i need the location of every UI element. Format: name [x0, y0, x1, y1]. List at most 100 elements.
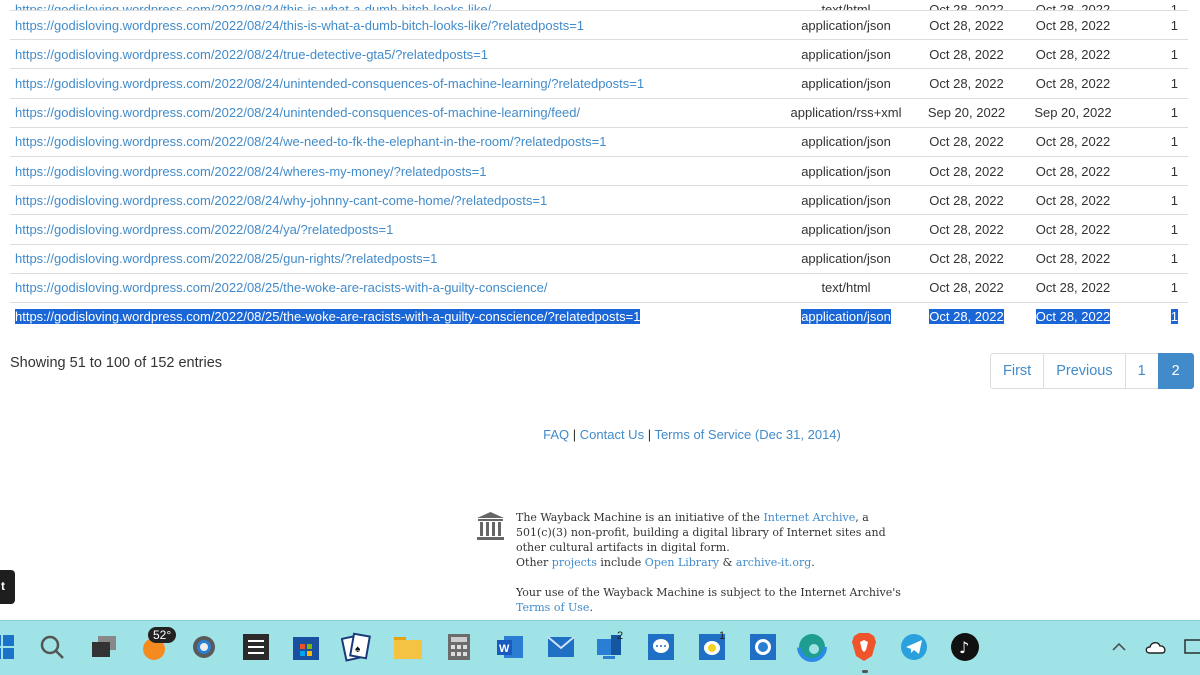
brave-icon[interactable]	[848, 631, 880, 663]
previous-page-button[interactable]: Previous	[1043, 353, 1126, 389]
count-cell: 1	[1170, 280, 1178, 296]
task-view-icon[interactable]	[88, 631, 120, 663]
mime-cell: text/html	[821, 280, 871, 296]
search-icon[interactable]	[36, 631, 68, 663]
table-row: https://godisloving.wordpress.com/2022/0…	[10, 0, 1188, 10]
onedrive-icon[interactable]	[1140, 631, 1172, 663]
results-table: https://godisloving.wordpress.com/2022/0…	[10, 0, 1188, 331]
from-cell: Oct 28, 2022	[929, 17, 1004, 33]
page-2-button[interactable]: 2	[1157, 353, 1194, 389]
internet-archive-link[interactable]: Internet Archive	[763, 511, 855, 524]
count-cell: 1	[1170, 75, 1178, 91]
terms-of-use-link[interactable]: Terms of Use	[516, 601, 589, 614]
url-link[interactable]: https://godisloving.wordpress.com/2022/0…	[10, 222, 776, 237]
url-link[interactable]: https://godisloving.wordpress.com/2022/0…	[10, 76, 776, 91]
url-link[interactable]: https://godisloving.wordpress.com/2022/0…	[10, 0, 776, 10]
from-cell: Sep 20, 2022	[927, 105, 1006, 121]
settings-icon[interactable]	[188, 631, 220, 663]
entries-info: Showing 51 to 100 of 152 entries	[10, 355, 223, 371]
telegram-icon[interactable]	[898, 631, 930, 663]
table-row: https://godisloving.wordpress.com/2022/0…	[10, 214, 1188, 243]
svg-text:♪: ♪	[959, 638, 969, 657]
count-cell: 1	[1170, 251, 1178, 267]
table-row: https://godisloving.wordpress.com/2022/0…	[10, 97, 1188, 127]
separator: |	[644, 427, 655, 442]
to-cell: Oct 28, 2022	[1035, 134, 1111, 150]
url-link[interactable]: https://godisloving.wordpress.com/2022/0…	[10, 134, 776, 149]
count-cell: 1	[1170, 134, 1178, 150]
terms-link[interactable]: Terms of Service (Dec 31, 2014)	[654, 427, 840, 442]
from-cell: Oct 28, 2022	[929, 163, 1004, 179]
url-link[interactable]: https://godisloving.wordpress.com/2022/0…	[10, 280, 776, 295]
table-row: https://godisloving.wordpress.com/2022/0…	[10, 301, 1188, 331]
page-1-button[interactable]: 1	[1124, 353, 1159, 389]
url-link[interactable]: https://godisloving.wordpress.com/2022/0…	[10, 251, 776, 266]
table-row: https://godisloving.wordpress.com/2022/0…	[10, 185, 1188, 214]
mime-cell: application/json	[801, 192, 891, 208]
table-row: https://godisloving.wordpress.com/2022/0…	[10, 155, 1188, 185]
taskbar: 52° ♠ W 2 1 ♪	[0, 620, 1200, 675]
mail-icon[interactable]	[545, 631, 577, 663]
table-row: https://godisloving.wordpress.com/2022/0…	[10, 126, 1188, 156]
url-link[interactable]: https://godisloving.wordpress.com/2022/0…	[10, 18, 776, 33]
mime-cell: application/json	[801, 221, 891, 237]
mime-cell: application/json	[801, 46, 891, 62]
edge-icon[interactable]	[796, 631, 828, 663]
projects-link[interactable]: projects	[552, 556, 597, 569]
store-icon[interactable]	[290, 631, 322, 663]
from-cell: Oct 28, 2022	[929, 192, 1004, 208]
pagination: First Previous 1 2	[990, 353, 1194, 389]
count-cell: 1	[1170, 2, 1178, 10]
tiktok-icon[interactable]: ♪	[949, 631, 981, 663]
from-cell: Oct 28, 2022	[929, 134, 1004, 150]
from-cell: Oct 28, 2022	[929, 2, 1004, 10]
taskview-badge: 2	[617, 630, 624, 642]
count-cell: 1	[1170, 46, 1178, 62]
signal-icon[interactable]	[747, 631, 779, 663]
notification-badge: 1	[719, 630, 726, 642]
table-row: https://godisloving.wordpress.com/2022/0…	[10, 10, 1188, 39]
word-icon[interactable]: W	[494, 631, 526, 663]
count-cell: 1	[1170, 17, 1178, 33]
start-icon[interactable]	[0, 631, 18, 663]
faq-link[interactable]: FAQ	[543, 427, 569, 442]
archive-it-link[interactable]: archive-it.org	[736, 556, 811, 569]
mime-cell: application/json	[801, 251, 891, 267]
from-cell: Oct 28, 2022	[929, 251, 1004, 267]
svg-text:♠: ♠	[355, 644, 361, 655]
weather-temperature: 52°	[148, 627, 177, 643]
wayback-description: The Wayback Machine is an initiative of …	[516, 511, 886, 569]
side-tab[interactable]: t	[0, 570, 15, 604]
mime-cell: application/json	[801, 75, 891, 91]
to-cell: Oct 28, 2022	[1035, 221, 1111, 237]
from-cell: Oct 28, 2022	[929, 280, 1004, 296]
to-cell: Oct 28, 2022	[1035, 2, 1111, 10]
to-cell: Oct 28, 2022	[1035, 163, 1111, 179]
contact-link[interactable]: Contact Us	[580, 427, 644, 442]
chevron-up-icon[interactable]	[1103, 631, 1135, 663]
count-cell: 1	[1170, 105, 1178, 121]
mime-cell: text/html	[821, 2, 871, 10]
network-icon[interactable]	[1178, 631, 1200, 663]
notes-icon[interactable]	[240, 631, 272, 663]
table-row: https://godisloving.wordpress.com/2022/0…	[10, 243, 1188, 273]
url-link[interactable]: https://godisloving.wordpress.com/2022/0…	[10, 47, 776, 62]
url-link[interactable]: https://godisloving.wordpress.com/2022/0…	[10, 193, 776, 208]
mime-cell: application/json	[801, 163, 891, 179]
url-link[interactable]: https://godisloving.wordpress.com/2022/0…	[10, 309, 776, 325]
url-link[interactable]: https://godisloving.wordpress.com/2022/0…	[10, 164, 776, 179]
footer-links: FAQ | Contact Us | Terms of Service (Dec…	[0, 427, 1200, 442]
to-cell: Oct 28, 2022	[1035, 309, 1111, 325]
internet-archive-icon	[477, 512, 504, 540]
messenger-icon[interactable]	[645, 631, 677, 663]
open-library-link[interactable]: Open Library	[645, 556, 719, 569]
from-cell: Oct 28, 2022	[929, 221, 1004, 237]
url-link[interactable]: https://godisloving.wordpress.com/2022/0…	[10, 105, 776, 120]
calculator-icon[interactable]	[443, 631, 475, 663]
from-cell: Oct 28, 2022	[929, 75, 1004, 91]
solitaire-icon[interactable]: ♠	[340, 631, 372, 663]
mime-cell: application/json	[801, 17, 891, 33]
mime-cell: application/json	[801, 134, 891, 150]
first-page-button[interactable]: First	[990, 353, 1045, 389]
file-explorer-icon[interactable]	[392, 631, 424, 663]
